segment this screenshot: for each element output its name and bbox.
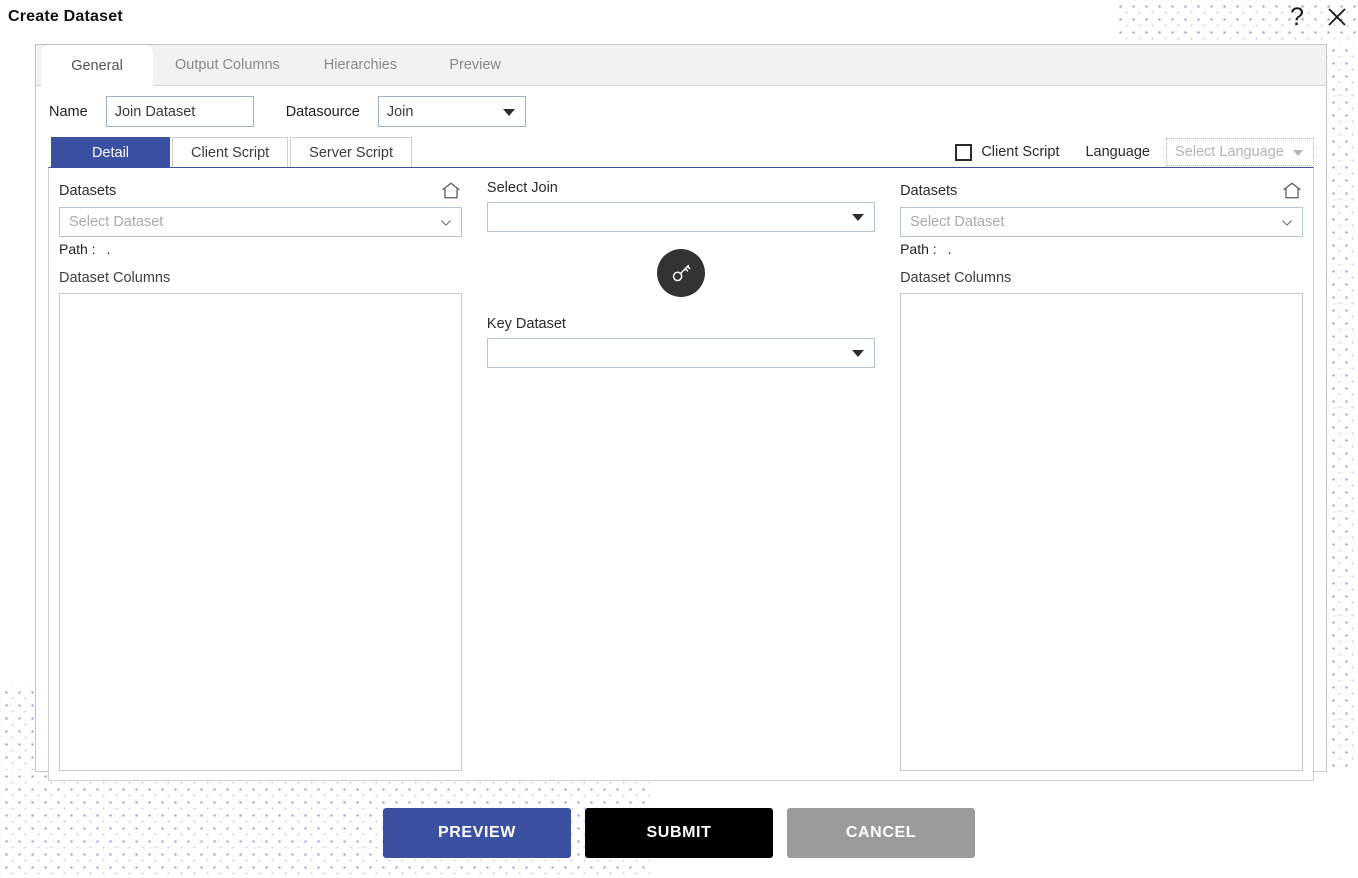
datasource-select[interactable]: Join [377,96,526,127]
join-builder-panel: Datasets Select Dataset Path: . Dataset… [48,167,1314,781]
chevron-down-icon [440,217,452,229]
client-script-checkbox[interactable] [955,143,973,161]
chevron-down-icon [1281,217,1293,229]
right-path-row: Path : . [900,241,1303,257]
dot-pattern-right [1327,44,1358,770]
left-dataset-column: Datasets Select Dataset Path: . Dataset… [59,180,462,771]
name-input[interactable] [105,96,254,127]
chevron-down-icon [852,214,865,221]
left-path-label: Path : [59,241,96,257]
right-dataset-column: Datasets Select Dataset Path: . Dataset… [900,180,1303,771]
general-tab-body: Name Datasource Join Detail Client Scrip… [36,86,1326,781]
right-dataset-columns-box[interactable] [900,293,1303,771]
home-icon[interactable] [440,180,462,202]
select-join-dropdown[interactable] [486,202,876,232]
key-dataset-dropdown[interactable] [486,338,876,368]
submit-button[interactable]: SUBMIT [585,808,773,858]
language-label: Language [1085,144,1150,160]
subtab-server-script[interactable]: Server Script [290,137,412,167]
left-path-row: Path : . [59,241,462,257]
right-path-label: Path : [900,241,937,257]
cancel-button[interactable]: CANCEL [787,808,975,858]
datasource-label: Datasource [285,103,360,120]
join-columns-layout: Datasets Select Dataset Path: . Dataset… [49,168,1313,780]
right-datasets-label: Datasets [900,183,958,199]
subtab-detail[interactable]: Detail [51,137,170,167]
left-dataset-columns-box[interactable] [59,293,462,771]
datasource-value: Join [386,103,414,120]
left-dataset-columns-label: Dataset Columns [59,270,171,286]
home-icon[interactable] [1281,180,1303,202]
left-datasets-label: Datasets [59,183,117,199]
right-datasets-header: Datasets [900,180,1303,202]
preview-button[interactable]: PREVIEW [383,808,571,858]
key-icon[interactable] [657,249,705,297]
window-title: Create Dataset [8,8,123,25]
main-tab-strip: General Output Columns Hierarchies Previ… [36,45,1326,86]
tab-output-columns[interactable]: Output Columns [153,45,302,85]
key-dataset-label: Key Dataset [486,316,566,332]
left-dataset-placeholder: Select Dataset [69,214,164,230]
tab-hierarchies[interactable]: Hierarchies [302,45,419,85]
script-options-group: Client Script Language Select Language [955,137,1314,167]
left-datasets-header: Datasets [59,180,462,202]
close-icon[interactable] [1322,2,1352,32]
right-dataset-picker[interactable]: Select Dataset [900,207,1303,237]
chevron-down-icon [502,108,515,116]
select-join-label: Select Join [486,180,558,196]
right-path-value: . [947,241,952,257]
chevron-down-icon [852,350,865,357]
language-select[interactable]: Select Language [1166,138,1314,166]
join-middle-column: Select Join Key Dataset [462,180,900,770]
detail-subtab-row: Detail Client Script Server Script Clien… [36,137,1326,167]
left-dataset-picker[interactable]: Select Dataset [59,207,462,237]
create-dataset-dialog: General Output Columns Hierarchies Previ… [35,44,1327,781]
language-placeholder: Select Language [1175,144,1284,160]
right-dataset-placeholder: Select Dataset [910,214,1005,230]
name-datasource-row: Name Datasource Join [36,86,1326,135]
tab-general[interactable]: General [41,45,153,86]
left-path-value: . [106,241,111,257]
client-script-label: Client Script [981,144,1060,160]
help-icon[interactable]: ? [1282,2,1312,32]
tab-preview[interactable]: Preview [419,45,531,85]
subtab-client-script[interactable]: Client Script [172,137,289,167]
dialog-footer: PREVIEW SUBMIT CANCEL [0,808,1358,858]
chevron-down-icon [1293,150,1303,156]
right-dataset-columns-label: Dataset Columns [900,270,1012,286]
name-label: Name [49,103,88,120]
